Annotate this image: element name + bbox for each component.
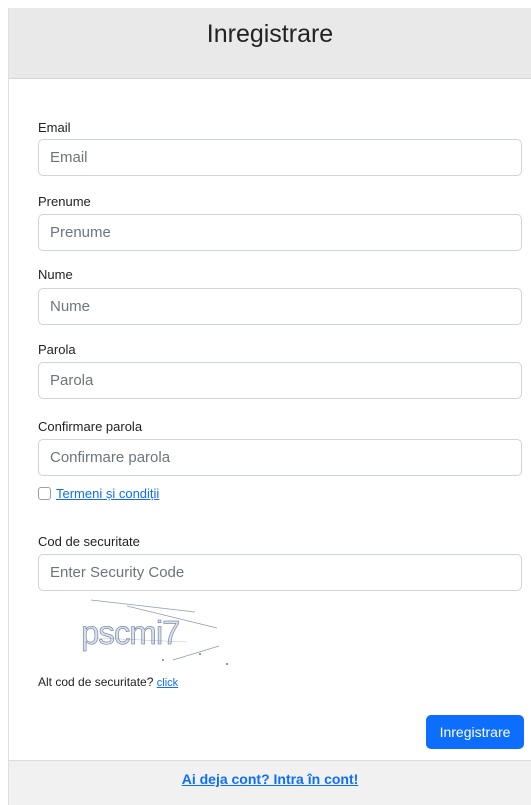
prenume-label: Prenume [38, 194, 91, 209]
password-field[interactable] [38, 362, 522, 399]
captcha-text: pscmi7 [81, 614, 180, 651]
email-label: Email [38, 120, 71, 135]
prenume-field[interactable] [38, 214, 522, 251]
register-button[interactable]: Inregistrare [426, 715, 524, 749]
parola-label: Parola [38, 342, 76, 357]
card-footer: Ai deja cont? Intra în cont! [9, 760, 531, 805]
register-card: Inregistrare Email Prenume Nume Parola C… [8, 8, 531, 805]
page-title: Inregistrare [206, 19, 334, 48]
captcha-noise-line [172, 645, 220, 661]
confirm-password-label: Confirmare parola [38, 419, 143, 434]
nume-label: Nume [38, 267, 73, 282]
email-field[interactable] [38, 139, 522, 176]
card-header: Inregistrare [9, 8, 531, 79]
alt-code-text: Alt cod de securitate? [38, 675, 154, 689]
captcha-noise-dot [226, 663, 228, 665]
confirm-password-field[interactable] [38, 439, 522, 476]
captcha-noise-dot [162, 659, 164, 661]
refresh-captcha-link[interactable]: click [157, 677, 178, 689]
security-code-field[interactable] [38, 554, 522, 591]
captcha-noise-dot [199, 653, 201, 655]
nume-field[interactable] [38, 288, 522, 325]
terms-checkbox[interactable] [38, 487, 51, 500]
terms-link[interactable]: Termeni și condiții [56, 486, 159, 501]
terms-row: Termeni și condiții [38, 486, 159, 501]
captcha-image: pscmi7 [81, 599, 228, 665]
login-link[interactable]: Ai deja cont? Intra în cont! [182, 771, 359, 787]
security-code-label: Cod de securitate [38, 534, 140, 549]
alt-security-code: Alt cod de securitate? click [38, 675, 178, 689]
